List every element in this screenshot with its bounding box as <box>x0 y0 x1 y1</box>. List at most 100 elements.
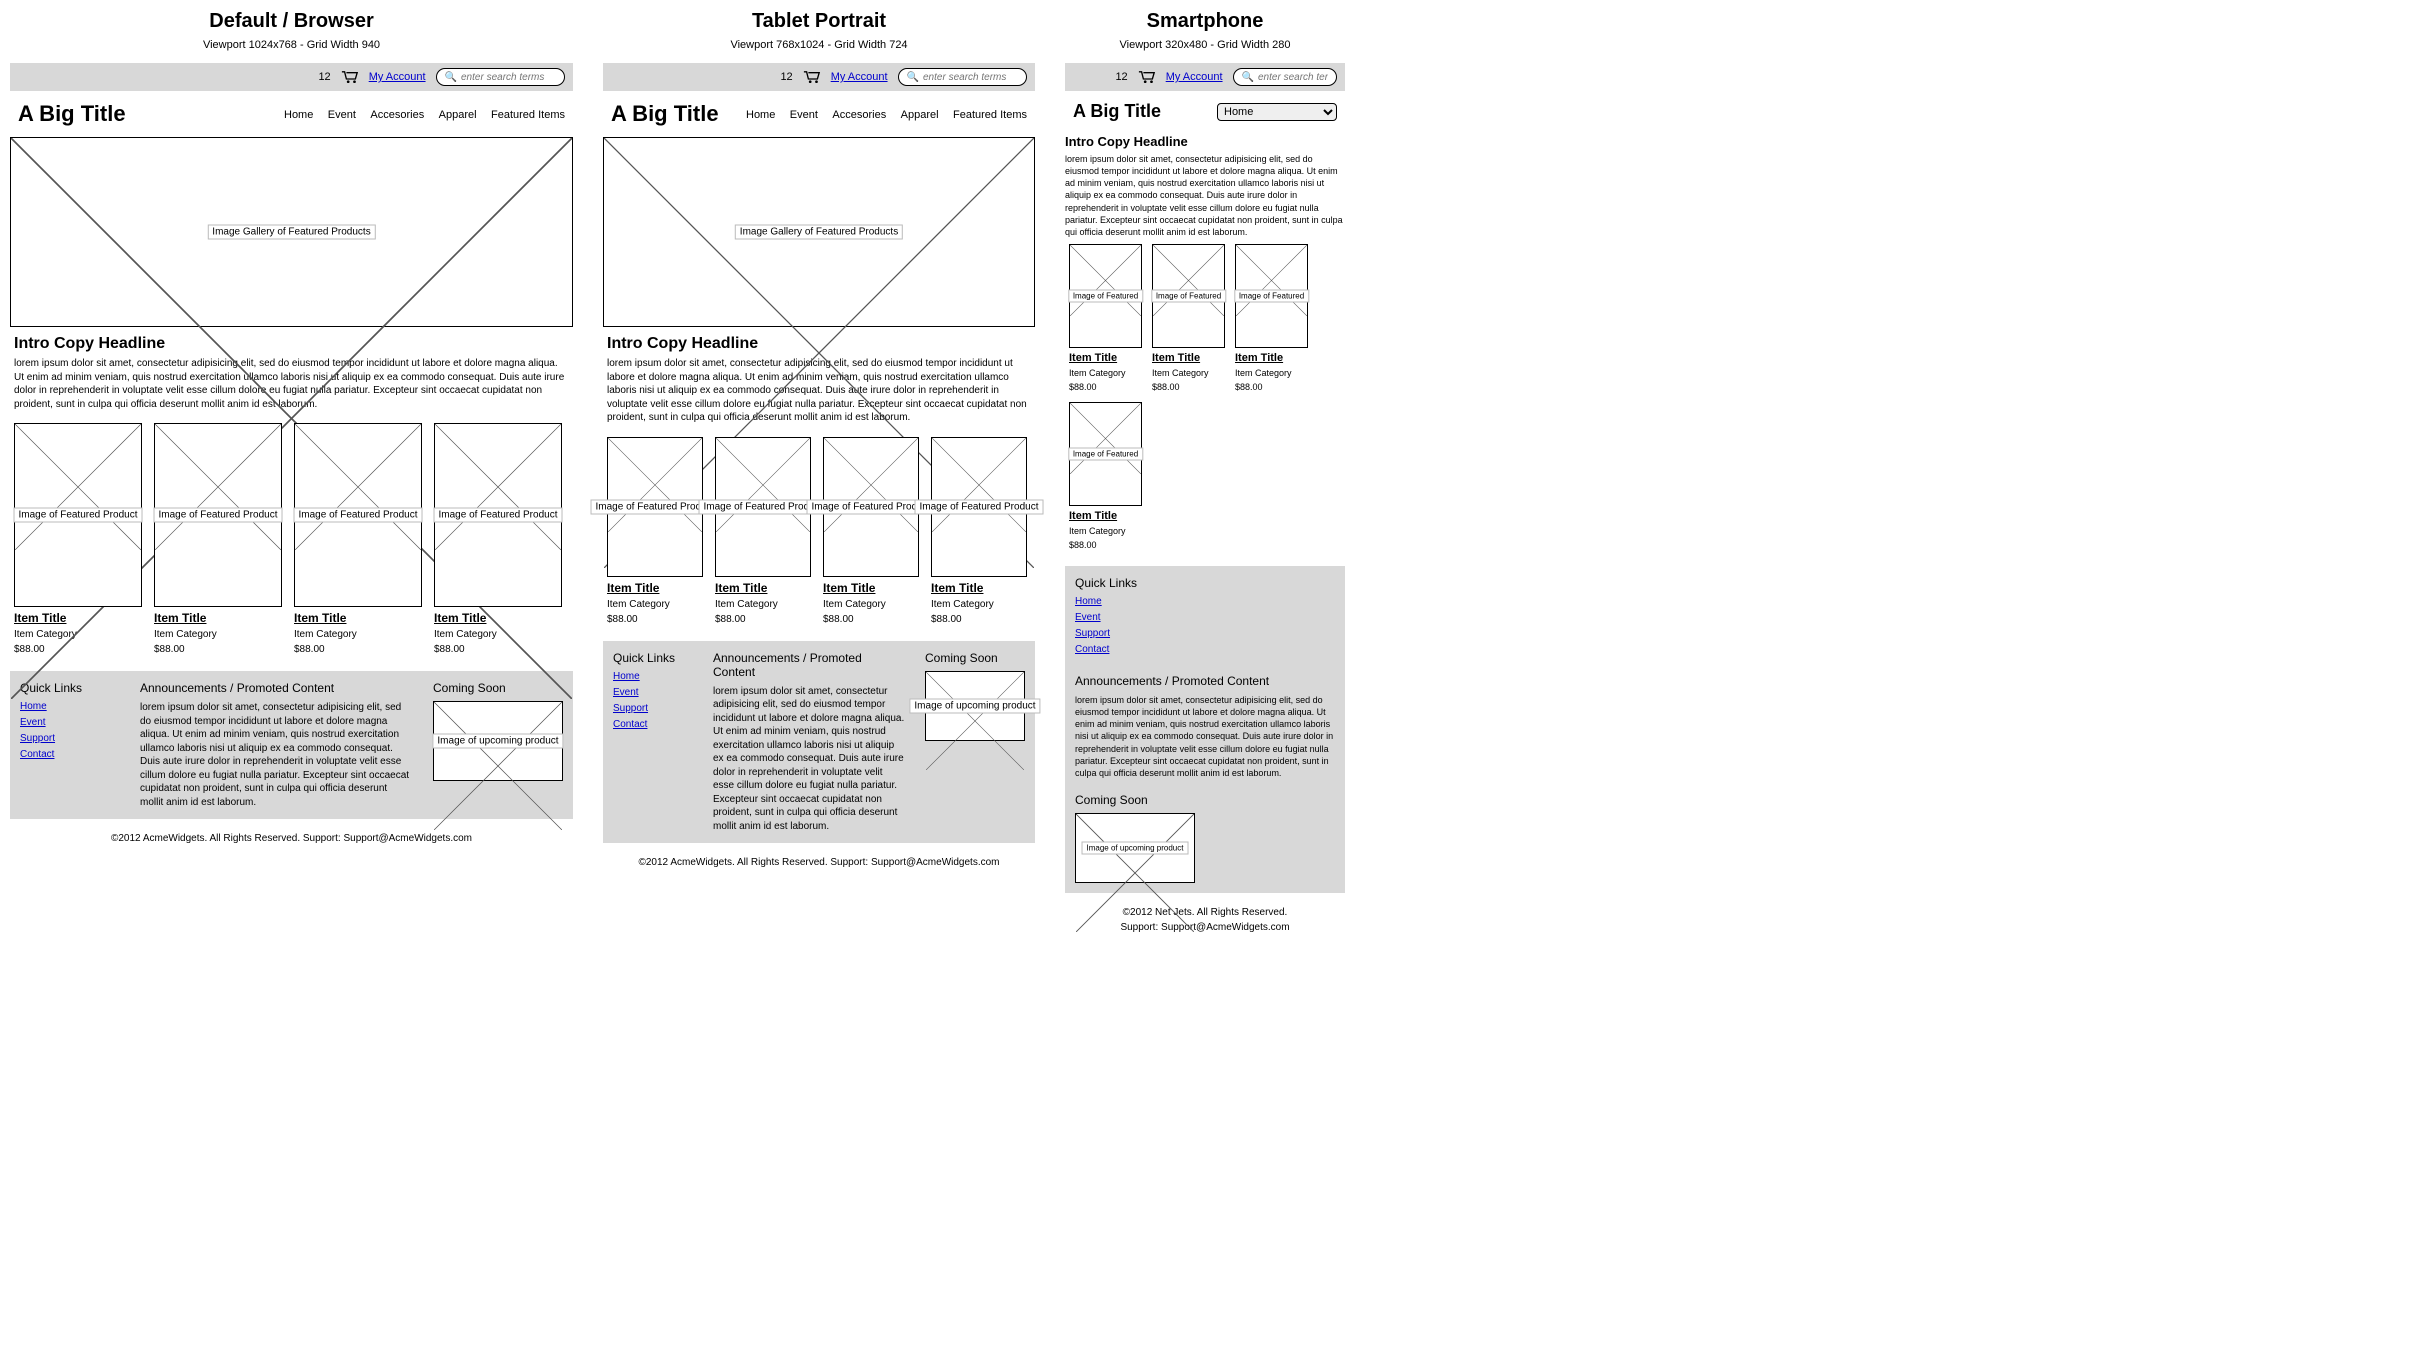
cart-icon[interactable] <box>341 70 359 84</box>
nav-apparel[interactable]: Apparel <box>439 109 477 121</box>
product-card[interactable]: Image of Featured Product Item Title Item … <box>607 437 703 625</box>
cart-icon[interactable] <box>1138 70 1156 84</box>
coming-image[interactable]: Image of upcoming product <box>925 671 1025 741</box>
card-image[interactable]: Image of Featured Product <box>14 423 142 607</box>
card-category: Item Category <box>823 599 919 610</box>
copyright: ©2012 AcmeWidgets. All Rights Reserved. … <box>603 857 1035 868</box>
card-image[interactable]: Image of Featured Product <box>931 437 1027 577</box>
main-nav: Home Event Accesories Apparel Featured I… <box>274 105 565 123</box>
nav-home[interactable]: Home <box>746 109 775 121</box>
product-card[interactable]: Image of FeaturedItem TitleItem Category… <box>1069 244 1142 392</box>
search-input[interactable] <box>923 72 1018 83</box>
card-image-label: Image of Featured <box>1068 289 1143 302</box>
coming-image[interactable]: Image of upcoming product <box>433 701 563 781</box>
ql-support[interactable]: Support <box>20 733 120 744</box>
my-account-link[interactable]: My Account <box>831 71 888 83</box>
card-price: $88.00 <box>1069 382 1142 392</box>
cart-count: 12 <box>780 71 792 83</box>
hero-image[interactable]: Image Gallery of Featured Products <box>10 137 573 327</box>
search-icon: 🔍 <box>445 72 457 83</box>
card-category: Item Category <box>607 599 703 610</box>
card-image-label: Image of Featured Product <box>915 499 1044 514</box>
ql-contact[interactable]: Contact <box>1075 644 1335 655</box>
nav-event[interactable]: Event <box>790 109 818 121</box>
top-bar: 12 My Account 🔍 <box>603 63 1035 91</box>
card-title[interactable]: Item Title <box>1235 352 1308 364</box>
product-card[interactable]: Image of Featured ProductItem TitleItem … <box>715 437 811 625</box>
product-card[interactable]: Image of Featured Item Title Item Category… <box>1235 244 1308 392</box>
cart-count: 12 <box>1115 71 1127 83</box>
card-price: $88.00 <box>931 614 1027 625</box>
card-price: $88.00 <box>607 614 703 625</box>
quick-links-title: Quick Links <box>1075 576 1335 590</box>
my-account-link[interactable]: My Account <box>1166 71 1223 83</box>
ql-event[interactable]: Event <box>20 717 120 728</box>
search-icon: 🔍 <box>1242 72 1254 83</box>
cart-icon[interactable] <box>803 70 821 84</box>
ql-event[interactable]: Event <box>1075 612 1335 623</box>
ql-contact[interactable]: Contact <box>613 719 693 730</box>
card-title[interactable]: Item Title <box>1069 510 1142 522</box>
card-price: $88.00 <box>823 614 919 625</box>
ql-support[interactable]: Support <box>613 703 693 714</box>
nav-select[interactable]: Home <box>1217 103 1337 121</box>
coming-title: Coming Soon <box>1075 793 1335 807</box>
search-input[interactable] <box>461 72 556 83</box>
product-card[interactable]: Image of FeaturedItem TitleItem Category… <box>1069 402 1142 550</box>
hero-label: Image Gallery of Featured Products <box>735 225 903 240</box>
card-image[interactable]: Image of Featured Product <box>294 423 422 607</box>
main-nav: Home Event Accesories Apparel Featured I… <box>736 105 1027 123</box>
nav-acc[interactable]: Accesories <box>832 109 886 121</box>
my-account-link[interactable]: My Account <box>369 71 426 83</box>
ql-support[interactable]: Support <box>1075 628 1335 639</box>
ann-body: lorem ipsum dolor sit amet, consectetur … <box>140 701 413 809</box>
footer-area: Quick Links Home Event Support Contact A… <box>1065 566 1345 893</box>
search-input[interactable] <box>1258 72 1328 83</box>
ql-home[interactable]: Home <box>613 671 693 682</box>
nav-event[interactable]: Event <box>328 109 356 121</box>
card-image[interactable]: Image of Featured Product <box>154 423 282 607</box>
nav-apparel[interactable]: Apparel <box>901 109 939 121</box>
nav-featured[interactable]: Featured Items <box>953 109 1027 121</box>
product-card[interactable]: Image of Featured Item Title Item Category… <box>1152 244 1225 392</box>
ql-home[interactable]: Home <box>1075 596 1335 607</box>
search-box[interactable]: 🔍 <box>898 68 1027 86</box>
card-image[interactable]: Image of Featured <box>1069 402 1142 506</box>
site-title: A Big Title <box>611 101 719 127</box>
coming-image[interactable]: Image of upcoming product <box>1075 813 1195 883</box>
card-category: Item Category <box>1152 368 1225 378</box>
nav-acc[interactable]: Accesories <box>370 109 424 121</box>
card-image[interactable]: Image of Featured <box>1069 244 1142 348</box>
nav-featured[interactable]: Featured Items <box>491 109 565 121</box>
card-title[interactable]: Item Title <box>1069 352 1142 364</box>
card-title[interactable]: Item Title <box>931 581 1027 595</box>
top-bar: 12 My Account 🔍 <box>10 63 573 91</box>
card-image[interactable]: Image of Featured Product <box>715 437 811 577</box>
card-title[interactable]: Item Title <box>1152 352 1225 364</box>
search-box[interactable]: 🔍 <box>436 68 565 86</box>
ql-home[interactable]: Home <box>20 701 120 712</box>
card-category: Item Category <box>1235 368 1308 378</box>
product-card[interactable]: Image of Featured Product Item Title Item … <box>823 437 919 625</box>
hero-image[interactable]: Image Gallery of Featured Products <box>603 137 1035 327</box>
nav-home[interactable]: Home <box>284 109 313 121</box>
card-image[interactable]: Image of Featured <box>1152 244 1225 348</box>
card-image[interactable]: Image of Featured <box>1235 244 1308 348</box>
hero-label: Image Gallery of Featured Products <box>207 225 375 240</box>
copyright: ©2012 AcmeWidgets. All Rights Reserved. … <box>10 833 573 844</box>
card-title[interactable]: Item Title <box>715 581 811 595</box>
card-title[interactable]: Item Title <box>607 581 703 595</box>
card-title[interactable]: Item Title <box>823 581 919 595</box>
ql-event[interactable]: Event <box>613 687 693 698</box>
card-image[interactable]: Image of Featured Product <box>434 423 562 607</box>
product-card[interactable]: Image of Featured ProductItem TitleItem … <box>931 437 1027 625</box>
layout-sub-desktop: Viewport 1024x768 - Grid Width 940 <box>203 39 380 51</box>
footer-area: Quick Links Home Event Support Contact A… <box>603 641 1035 844</box>
search-box[interactable]: 🔍 <box>1233 68 1337 86</box>
layout-title-phone: Smartphone <box>1147 10 1264 33</box>
card-image[interactable]: Image of Featured Product <box>823 437 919 577</box>
ann-body: lorem ipsum dolor sit amet, consectetur … <box>713 685 905 834</box>
ql-contact[interactable]: Contact <box>20 749 120 760</box>
layout-title-tablet: Tablet Portrait <box>752 10 886 33</box>
card-image[interactable]: Image of Featured Product <box>607 437 703 577</box>
